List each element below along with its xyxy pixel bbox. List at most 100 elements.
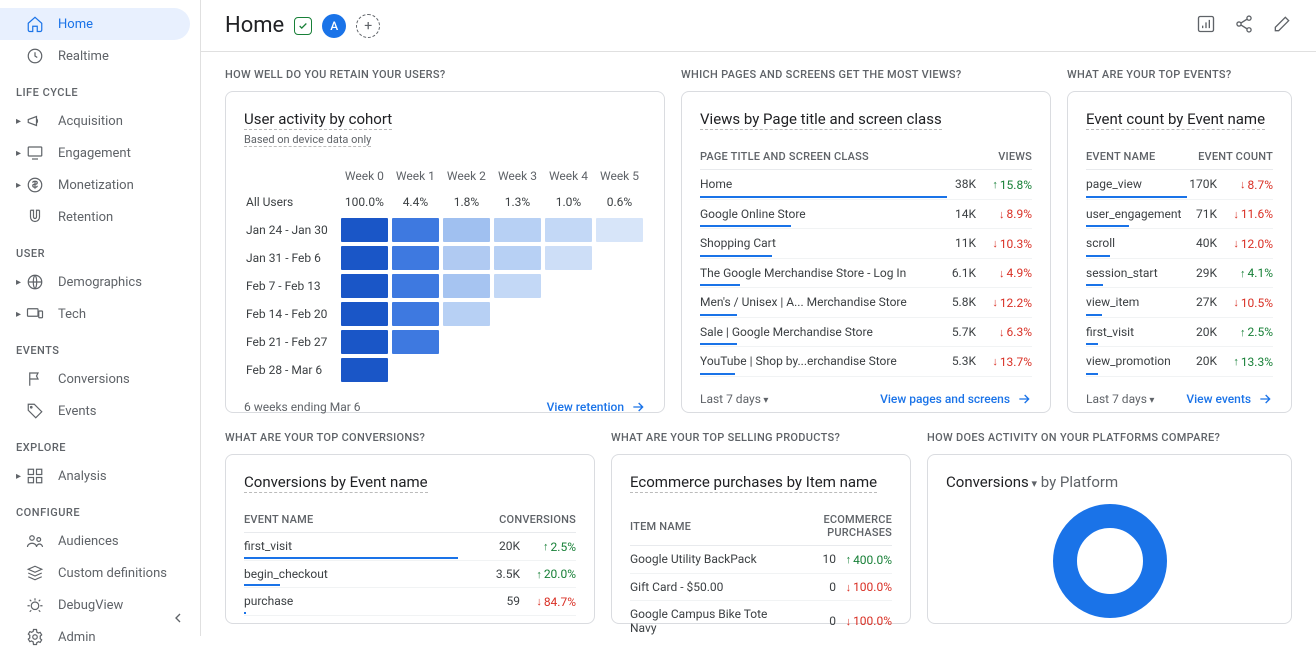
card-title[interactable]: Event count by Event name (1086, 110, 1265, 130)
table-row[interactable]: page_view 170K 8.7% (1086, 170, 1273, 200)
table-row[interactable]: scroll 40K 12.0% (1086, 229, 1273, 259)
table-row[interactable]: first_visit 20K 2.5% (244, 533, 576, 561)
row-name: Google Campus Bike Tote Navy (630, 601, 771, 637)
sidebar-item-analysis[interactable]: ▸ Analysis (0, 460, 200, 492)
row-delta: 20.0% (536, 567, 576, 581)
cohort-cell (341, 330, 388, 354)
table-row[interactable]: Google Campus Bike Tote Navy 0 100.0% (630, 601, 892, 637)
main: Home A + HOW WELL DO YOU RETAIN YOUR USE… (200, 0, 1316, 636)
table-row[interactable]: session_start 29K 4.1% (1086, 258, 1273, 288)
insights-icon[interactable] (1196, 14, 1216, 38)
table-row[interactable]: purchase 59 84.7% (244, 588, 576, 616)
row-delta: 13.7% (992, 355, 1032, 369)
row-name: Men's / Unisex | A... Merchandise Store (700, 288, 947, 318)
sidebar-item-engagement[interactable]: ▸ Engagement (0, 137, 200, 169)
cohort-col-header: Week 3 (493, 165, 542, 187)
row-delta: 400.0% (846, 553, 892, 567)
row-name: Google Utility BackPack (630, 546, 771, 574)
cohort-cell (443, 274, 490, 298)
table-row[interactable]: Gift Card - $50.00 0 100.0% (630, 573, 892, 601)
edit-icon[interactable] (1272, 14, 1292, 38)
table-row[interactable]: begin_checkout 3.5K 20.0% (244, 560, 576, 588)
conversions-table: EVENT NAMECONVERSIONS first_visit 20K 2.… (244, 507, 576, 616)
cohort-pct: 1.3% (493, 189, 542, 215)
row-value: 11K (947, 229, 976, 259)
cohort-cell (596, 358, 643, 382)
table-row[interactable]: Sale | Google Merchandise Store 5.7K 6.3… (700, 317, 1032, 347)
row-delta: 6.3% (999, 325, 1032, 339)
sidebar-item-audiences[interactable]: ▸ Audiences (0, 525, 200, 557)
table-row[interactable]: Google Online Store 14K 8.9% (700, 199, 1032, 229)
cohort-cell (545, 274, 592, 298)
sidebar-item-conversions[interactable]: ▸ Conversions (0, 363, 200, 395)
table-row[interactable]: Google Utility BackPack 10 400.0% (630, 546, 892, 574)
card-title[interactable]: Views by Page title and screen class (700, 110, 942, 130)
view-events-link[interactable]: View events (1186, 391, 1273, 407)
card-title[interactable]: Ecommerce purchases by Item name (630, 473, 877, 493)
table-row[interactable]: Shopping Cart 11K 10.3% (700, 229, 1032, 259)
globe-icon (26, 273, 44, 291)
date-range-selector[interactable]: Last 7 days (1086, 392, 1154, 406)
row-value: 40K (1187, 229, 1217, 259)
row-name: begin_checkout (244, 560, 458, 588)
view-pages-link[interactable]: View pages and screens (880, 391, 1032, 407)
sidebar-item-label: Monetization (58, 178, 134, 193)
sidebar-item-acquisition[interactable]: ▸ Acquisition (0, 105, 200, 137)
sidebar-item-retention[interactable]: ▸ Retention (0, 201, 200, 233)
card-title[interactable]: User activity by cohort (244, 110, 392, 130)
date-range-selector[interactable]: Last 7 days (700, 392, 768, 406)
table-row[interactable]: YouTube | Shop by...erchandise Store 5.3… (700, 347, 1032, 377)
cohort-pct: 1.8% (442, 189, 491, 215)
metric-selector[interactable]: Conversions (946, 473, 1037, 491)
row-value: 20K (458, 533, 520, 561)
cohort-row-label: Feb 21 - Feb 27 (246, 329, 338, 355)
sidebar-item-demographics[interactable]: ▸ Demographics (0, 266, 200, 298)
cohort-cell (341, 274, 388, 298)
table-row[interactable]: user_engagement 71K 11.6% (1086, 199, 1273, 229)
cohort-col-header: Week 4 (544, 165, 593, 187)
row-value: 20K (1187, 317, 1217, 347)
table-row[interactable]: Men's / Unisex | A... Merchandise Store … (700, 288, 1032, 318)
cohort-row-label: Jan 24 - Jan 30 (246, 217, 338, 243)
cohort-cell (494, 246, 541, 270)
sidebar-item-events[interactable]: ▸ Events (0, 395, 200, 427)
row-delta: 4.1% (1240, 266, 1273, 280)
card-title[interactable]: Conversions by Event name (244, 473, 428, 493)
table-row[interactable]: view_item 27K 10.5% (1086, 288, 1273, 318)
row-name: Google Online Store (700, 199, 947, 229)
table-row[interactable]: The Google Merchandise Store - Log In 6.… (700, 258, 1032, 288)
sidebar-item-monetization[interactable]: ▸ Monetization (0, 169, 200, 201)
row-value: 29K (1187, 258, 1217, 288)
section-title: HOW WELL DO YOU RETAIN YOUR USERS? (225, 68, 665, 81)
sidebar-item-realtime[interactable]: ▸ Realtime (0, 40, 200, 72)
grid-icon (26, 467, 44, 485)
sidebar-item-home[interactable]: ▸ Home (0, 8, 190, 40)
cohort-cell (494, 302, 541, 326)
section-title: WHAT ARE YOUR TOP EVENTS? (1067, 68, 1292, 81)
table-row[interactable]: Home 38K 15.8% (700, 170, 1032, 200)
row-delta: 2.5% (1240, 325, 1273, 339)
row-value: 27K (1187, 288, 1217, 318)
cohort-pct: 0.6% (595, 189, 644, 215)
row-name: view_promotion (1086, 347, 1187, 377)
verified-icon[interactable] (294, 17, 312, 35)
view-retention-link[interactable]: View retention (547, 399, 646, 415)
dollar-icon (26, 176, 44, 194)
add-comparison-button[interactable]: + (356, 14, 380, 38)
section-title: WHAT ARE YOUR TOP SELLING PRODUCTS? (611, 431, 911, 444)
row-delta: 11.6% (1233, 207, 1273, 221)
sidebar-collapse-button[interactable] (170, 610, 186, 630)
share-icon[interactable] (1234, 14, 1254, 38)
row-value: 59 (458, 588, 520, 616)
cohort-cell (443, 358, 490, 382)
content-scroll[interactable]: HOW WELL DO YOU RETAIN YOUR USERS? User … (201, 52, 1316, 636)
table-row[interactable]: first_visit 20K 2.5% (1086, 317, 1273, 347)
sidebar-item-custom-definitions[interactable]: ▸ Custom definitions (0, 557, 200, 589)
sidebar-item-tech[interactable]: ▸ Tech (0, 298, 200, 330)
table-col-header: VIEWS (947, 144, 1032, 170)
row-name: first_visit (1086, 317, 1187, 347)
screen-icon (26, 144, 44, 162)
avatar[interactable]: A (322, 14, 346, 38)
table-row[interactable]: view_promotion 20K 13.3% (1086, 347, 1273, 377)
sidebar-item-label: Realtime (58, 49, 109, 64)
